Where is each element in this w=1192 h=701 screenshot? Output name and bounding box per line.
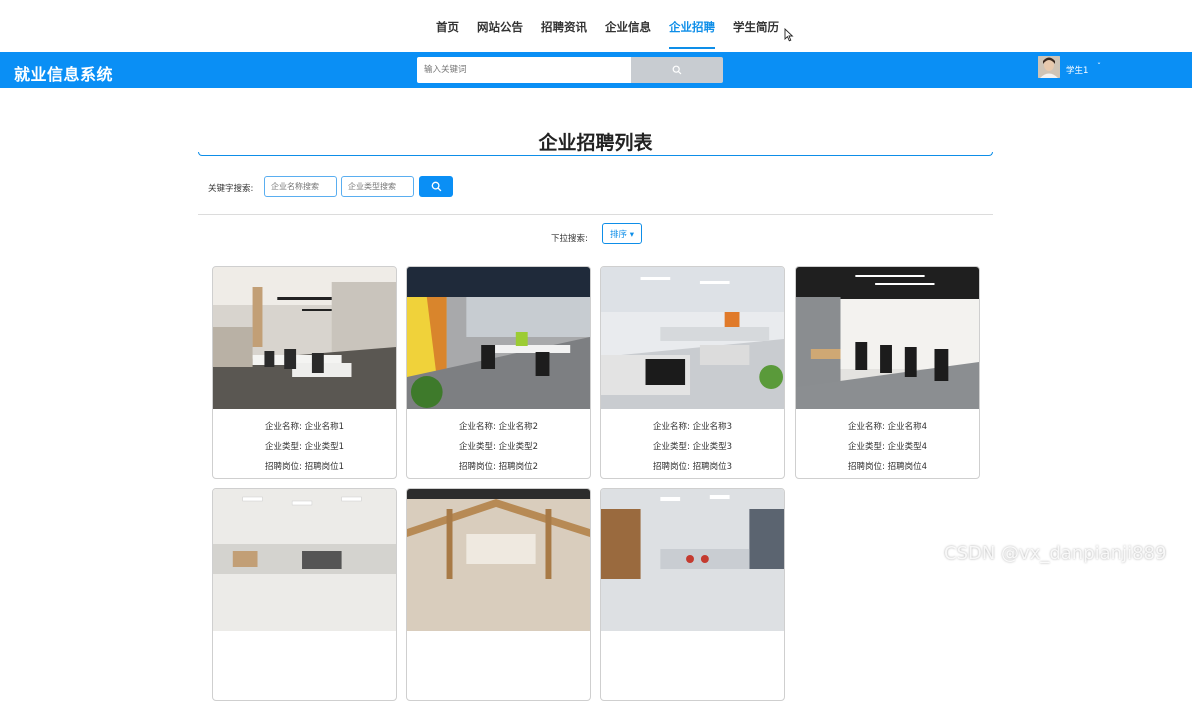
card-info <box>213 639 396 699</box>
company-type <box>601 659 784 679</box>
company-name <box>601 639 784 659</box>
company-card[interactable]: 企业名称: 企业名称1 企业类型: 企业类型1 招聘岗位: 招聘岗位1 <box>212 266 397 479</box>
nav-item-home[interactable]: 首页 <box>436 0 459 49</box>
job-position: 招聘岗位: 招聘岗位4 <box>848 462 927 472</box>
card-info: 企业名称: 企业名称2 企业类型: 企业类型2 招聘岗位: 招聘岗位2 <box>407 417 590 477</box>
nav-item-student-resume[interactable]: 学生简历 <box>733 0 779 49</box>
site-brand[interactable]: 就业信息系统 <box>14 61 113 85</box>
keyword-search-label: 关键字搜索: <box>208 184 254 194</box>
office-image <box>407 267 590 409</box>
company-name-search-input[interactable] <box>264 176 337 197</box>
company-type: 企业类型: 企业类型1 <box>265 442 344 452</box>
company-name <box>407 639 590 659</box>
card-info <box>407 639 590 699</box>
card-info: 企业名称: 企业名称4 企业类型: 企业类型4 招聘岗位: 招聘岗位4 <box>796 417 979 477</box>
company-type <box>407 659 590 679</box>
company-card[interactable] <box>600 488 785 701</box>
office-image <box>796 267 979 409</box>
job-position: 招聘岗位: 招聘岗位1 <box>265 462 344 472</box>
office-image <box>407 489 590 631</box>
company-card[interactable] <box>212 488 397 701</box>
dropdown-search-label: 下拉搜索: <box>551 234 588 244</box>
card-info <box>601 639 784 699</box>
card-info: 企业名称: 企业名称1 企业类型: 企业类型1 招聘岗位: 招聘岗位1 <box>213 417 396 477</box>
top-navigation: 首页 网站公告 招聘资讯 企业信息 企业招聘 学生简历 <box>0 0 1192 52</box>
company-type-search-input[interactable] <box>341 176 414 197</box>
chevron-down-icon[interactable]: ˇ <box>1097 62 1101 71</box>
office-image <box>213 489 396 631</box>
username[interactable]: 学生1 <box>1066 64 1088 76</box>
nav-item-company-recruitment[interactable]: 企业招聘 <box>669 0 715 49</box>
company-card[interactable] <box>406 488 591 701</box>
company-name <box>213 639 396 659</box>
company-card[interactable]: 企业名称: 企业名称4 企业类型: 企业类型4 招聘岗位: 招聘岗位4 <box>795 266 980 479</box>
office-image <box>213 267 396 409</box>
company-name: 企业名称: 企业名称2 <box>459 422 538 432</box>
job-position: 招聘岗位: 招聘岗位3 <box>653 462 732 472</box>
job-position <box>213 679 396 699</box>
search-icon <box>431 181 441 192</box>
nav-item-announcements[interactable]: 网站公告 <box>477 0 523 49</box>
header-bar: 就业信息系统 学生1 ˇ <box>0 52 1192 88</box>
sort-dropdown-button[interactable]: 排序 ▾ <box>602 223 642 244</box>
nav-item-recruitment-news[interactable]: 招聘资讯 <box>541 0 587 49</box>
search-icon <box>672 65 682 75</box>
user-avatar[interactable] <box>1038 56 1060 78</box>
nav-menu: 首页 网站公告 招聘资讯 企业信息 企业招聘 学生简历 <box>436 0 797 49</box>
keyword-search-button[interactable] <box>419 176 453 197</box>
mouse-cursor-icon <box>784 28 794 42</box>
job-position <box>407 679 590 699</box>
company-card[interactable]: 企业名称: 企业名称3 企业类型: 企业类型3 招聘岗位: 招聘岗位3 <box>600 266 785 479</box>
title-underline <box>198 152 993 156</box>
office-image <box>601 489 784 631</box>
divider <box>198 214 993 215</box>
company-name: 企业名称: 企业名称1 <box>265 422 344 432</box>
company-name: 企业名称: 企业名称4 <box>848 422 927 432</box>
company-type: 企业类型: 企业类型3 <box>653 442 732 452</box>
header-search-button[interactable] <box>631 57 723 83</box>
header-search-input[interactable] <box>417 57 631 83</box>
nav-item-company-info[interactable]: 企业信息 <box>605 0 651 49</box>
company-card[interactable]: 企业名称: 企业名称2 企业类型: 企业类型2 招聘岗位: 招聘岗位2 <box>406 266 591 479</box>
company-type: 企业类型: 企业类型4 <box>848 442 927 452</box>
office-image <box>601 267 784 409</box>
company-type: 企业类型: 企业类型2 <box>459 442 538 452</box>
watermark: CSDN @vx_danpianji889 <box>944 543 1167 564</box>
job-position: 招聘岗位: 招聘岗位2 <box>459 462 538 472</box>
company-type <box>213 659 396 679</box>
job-position <box>601 679 784 699</box>
page-title: 企业招聘列表 <box>538 132 653 154</box>
card-info: 企业名称: 企业名称3 企业类型: 企业类型3 招聘岗位: 招聘岗位3 <box>601 417 784 477</box>
company-name: 企业名称: 企业名称3 <box>653 422 732 432</box>
